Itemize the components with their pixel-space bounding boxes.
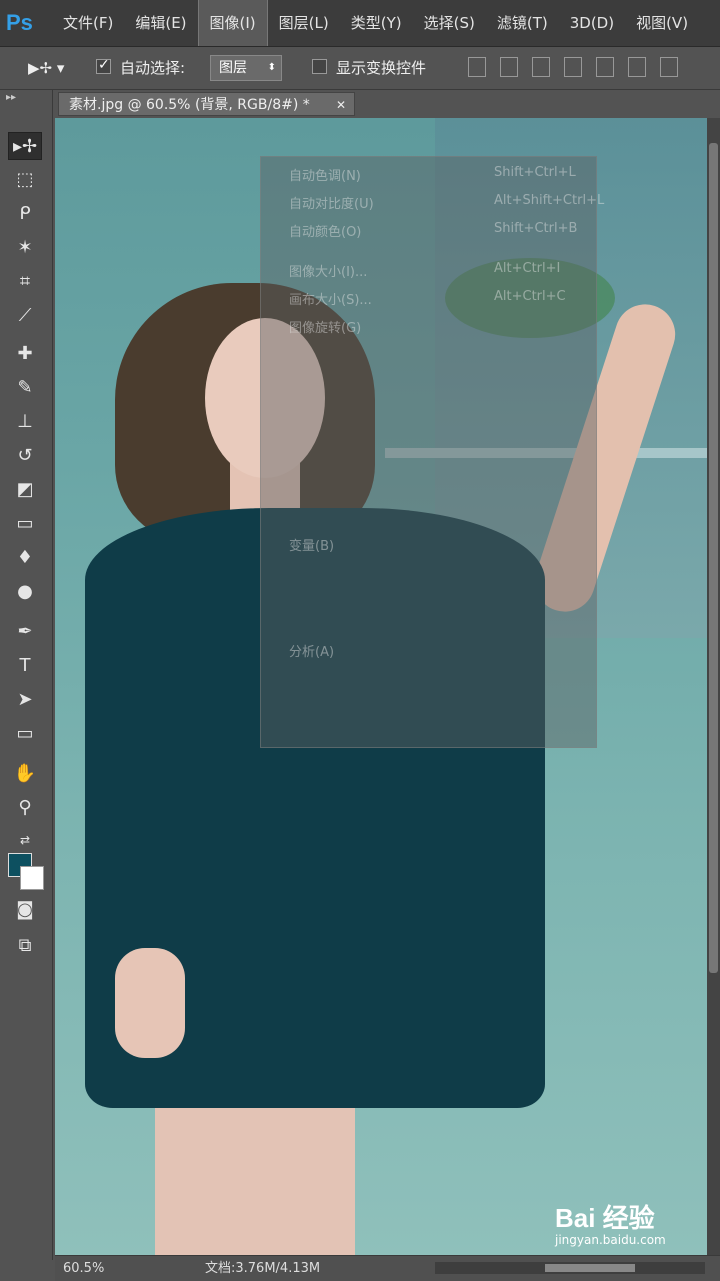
auto-select-checkbox[interactable] bbox=[96, 57, 111, 74]
baidu-logo: Bai 经验 bbox=[555, 1203, 655, 1233]
menu-type[interactable]: 类型(Y) bbox=[340, 0, 413, 46]
menu-view[interactable]: 视图(V) bbox=[625, 0, 699, 46]
healing-brush-icon[interactable]: ✚ bbox=[8, 340, 42, 368]
menubar: Ps 文件(F) 编辑(E) 图像(I) 图层(L) 类型(Y) 选择(S) 滤… bbox=[0, 0, 720, 47]
background-color-swatch[interactable] bbox=[20, 866, 44, 890]
collapse-icon[interactable]: ▸▸ bbox=[6, 92, 16, 103]
menu-analysis[interactable]: 分析(A) bbox=[289, 641, 334, 660]
align-top-icon[interactable] bbox=[468, 57, 486, 77]
image-menu-dropdown: 自动色调(N) Shift+Ctrl+L 自动对比度(U) Alt+Shift+Ct… bbox=[260, 156, 604, 748]
move-tool-preset-icon[interactable]: ▶✢ ▾ bbox=[28, 55, 78, 81]
document-title: 素材.jpg @ 60.5% (背景, RGB/8#) * bbox=[69, 97, 310, 113]
eraser-tool-icon[interactable]: ◩ bbox=[8, 476, 42, 504]
align-buttons bbox=[468, 57, 678, 77]
hand-tool-icon[interactable]: ✋ bbox=[8, 760, 42, 788]
menu-edit[interactable]: 编辑(E) bbox=[124, 0, 197, 46]
zoom-level[interactable]: 60.5% bbox=[63, 1256, 104, 1281]
menu-auto-tone[interactable]: 自动色调(N) Shift+Ctrl+L bbox=[289, 165, 576, 184]
eyedropper-icon[interactable]: ⟋ bbox=[8, 302, 42, 330]
menu-items: 文件(F) 编辑(E) 图像(I) 图层(L) 类型(Y) 选择(S) 滤镜(T… bbox=[52, 0, 699, 46]
history-brush-icon[interactable]: ↺ bbox=[8, 442, 42, 470]
screen-mode-icon[interactable]: ⧉ bbox=[8, 932, 42, 960]
document-canvas[interactable]: 自动色调(N) Shift+Ctrl+L 自动对比度(U) Alt+Shift+Ct… bbox=[55, 118, 707, 1255]
show-transform-checkbox[interactable] bbox=[312, 59, 327, 74]
vertical-scroll-thumb[interactable] bbox=[709, 143, 718, 973]
menu-select[interactable]: 选择(S) bbox=[413, 0, 486, 46]
chevron-updown-icon: ⬍ bbox=[267, 62, 276, 73]
magic-wand-icon[interactable]: ✶ bbox=[8, 234, 42, 262]
pen-tool-icon[interactable]: ✒ bbox=[8, 618, 42, 646]
align-bottom-icon[interactable] bbox=[532, 57, 550, 77]
menu-auto-contrast[interactable]: 自动对比度(U) Alt+Shift+Ctrl+L bbox=[289, 193, 604, 212]
crop-tool-icon[interactable]: ⌗ bbox=[8, 268, 42, 296]
move-tool-icon[interactable]: ▸✢ bbox=[8, 132, 42, 160]
photoshop-logo: Ps bbox=[6, 10, 33, 35]
document-tab[interactable]: 素材.jpg @ 60.5% (背景, RGB/8#) * ✕ bbox=[58, 92, 355, 116]
align-hcenter-icon[interactable] bbox=[596, 57, 614, 77]
photo-person-hand bbox=[115, 948, 185, 1058]
align-vcenter-icon[interactable] bbox=[500, 57, 518, 77]
path-select-icon[interactable]: ➤ bbox=[8, 686, 42, 714]
menu-auto-color[interactable]: 自动颜色(O) Shift+Ctrl+B bbox=[289, 221, 577, 240]
align-left-icon[interactable] bbox=[564, 57, 582, 77]
horizontal-scroll-thumb[interactable] bbox=[545, 1264, 635, 1272]
dodge-tool-icon[interactable]: ● bbox=[8, 578, 42, 606]
status-bar: 60.5% 文档:3.76M/4.13M bbox=[55, 1255, 720, 1281]
menu-canvas-size[interactable]: 画布大小(S)... Alt+Ctrl+C bbox=[289, 289, 566, 308]
close-icon[interactable]: ✕ bbox=[336, 93, 346, 117]
baidu-url: jingyan.baidu.com bbox=[555, 1233, 666, 1247]
menu-image-size[interactable]: 图像大小(I)... Alt+Ctrl+I bbox=[289, 261, 560, 280]
horizontal-scrollbar[interactable] bbox=[435, 1262, 705, 1274]
align-right-icon[interactable] bbox=[628, 57, 646, 77]
tools-panel: ▸▸ ▸✢ ⬚ ᑭ ✶ ⌗ ⟋ ✚ ✎ ⊥ ↺ ◩ ▭ ♦ ● ✒ T ➤ ▭ … bbox=[0, 90, 53, 1260]
photo-person-legs bbox=[155, 1098, 355, 1255]
auto-select-value: 图层 bbox=[219, 60, 247, 76]
stamp-tool-icon[interactable]: ⊥ bbox=[8, 408, 42, 436]
menu-image[interactable]: 图像(I) bbox=[197, 0, 268, 46]
menu-filter[interactable]: 滤镜(T) bbox=[486, 0, 559, 46]
vertical-scrollbar[interactable] bbox=[707, 118, 720, 1255]
menu-file[interactable]: 文件(F) bbox=[52, 0, 124, 46]
swap-colors-icon[interactable]: ⇄ bbox=[8, 826, 42, 854]
show-transform-label: 显示变换控件 bbox=[336, 59, 427, 77]
menu-3d[interactable]: 3D(D) bbox=[559, 0, 625, 46]
auto-select-dropdown[interactable]: 图层 ⬍ bbox=[210, 55, 282, 81]
distribute-icon[interactable] bbox=[660, 57, 678, 77]
options-bar: ▶✢ ▾ 自动选择: 图层 ⬍ 显示变换控件 bbox=[0, 47, 720, 90]
menu-variables[interactable]: 变量(B) bbox=[289, 535, 334, 554]
baidu-watermark: Bai 经验 jingyan.baidu.com bbox=[555, 1198, 707, 1255]
gradient-tool-icon[interactable]: ▭ bbox=[8, 510, 42, 538]
menu-layer[interactable]: 图层(L) bbox=[268, 0, 340, 46]
brush-tool-icon[interactable]: ✎ bbox=[8, 374, 42, 402]
rectangle-tool-icon[interactable]: ▭ bbox=[8, 720, 42, 748]
blur-tool-icon[interactable]: ♦ bbox=[8, 544, 42, 572]
marquee-tool-icon[interactable]: ⬚ bbox=[8, 166, 42, 194]
zoom-tool-icon[interactable]: ⚲ bbox=[8, 794, 42, 822]
lasso-tool-icon[interactable]: ᑭ bbox=[8, 200, 42, 228]
menu-image-rotation[interactable]: 图像旋转(G) bbox=[289, 317, 361, 336]
auto-select-label: 自动选择: bbox=[120, 59, 186, 77]
quick-mask-icon[interactable]: ◙ bbox=[8, 896, 42, 924]
type-tool-icon[interactable]: T bbox=[8, 652, 42, 680]
document-size-info[interactable]: 文档:3.76M/4.13M bbox=[205, 1256, 320, 1281]
